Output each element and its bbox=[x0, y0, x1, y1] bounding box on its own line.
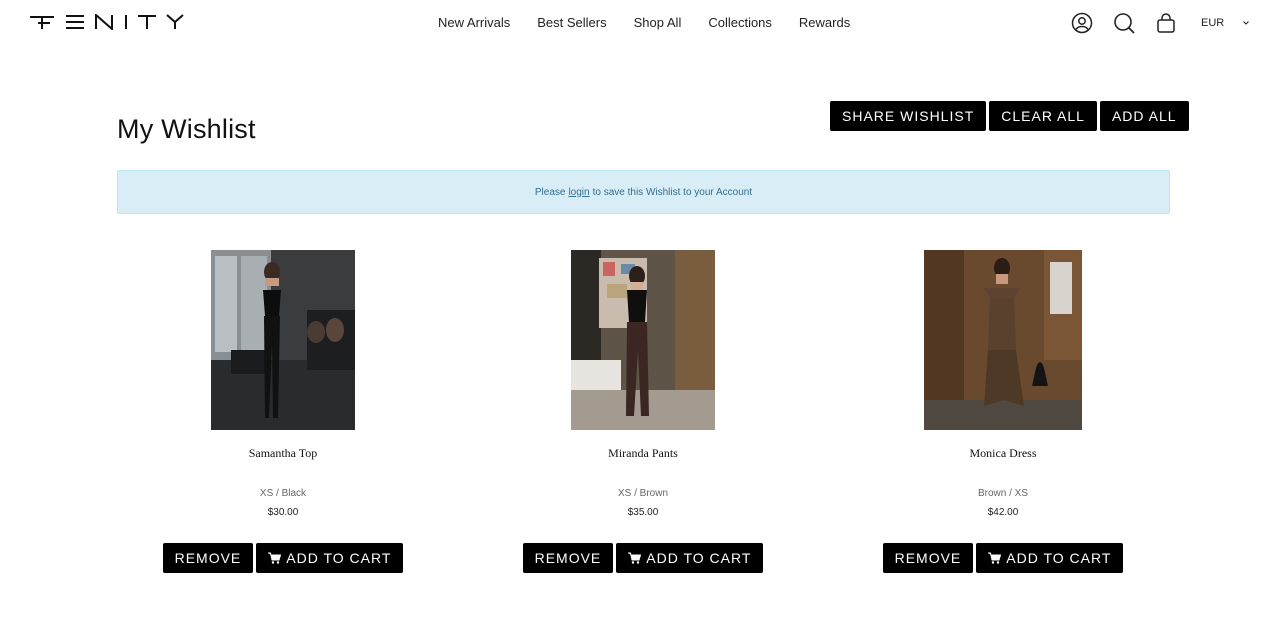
chevron-down-icon bbox=[1243, 21, 1250, 25]
nav-new-arrivals[interactable]: New Arrivals bbox=[438, 15, 510, 30]
shopping-cart-icon bbox=[988, 552, 1002, 564]
add-to-cart-button[interactable]: Add to Cart bbox=[256, 543, 404, 573]
add-all-button[interactable]: Add All bbox=[1099, 101, 1189, 131]
nav-collections[interactable]: Collections bbox=[708, 15, 772, 30]
add-to-cart-label: Add to Cart bbox=[286, 550, 392, 566]
site-header: New Arrivals Best Sellers Shop All Colle… bbox=[0, 0, 1279, 46]
product-actions: Remove Add to Cart bbox=[103, 543, 463, 573]
remove-button[interactable]: Remove bbox=[882, 543, 974, 573]
cart-bag-icon[interactable] bbox=[1155, 12, 1177, 34]
product-image-miranda-pants[interactable] bbox=[571, 250, 715, 430]
shopping-cart-icon bbox=[628, 552, 642, 564]
product-image-monica-dress[interactable] bbox=[924, 250, 1082, 430]
product-name[interactable]: Monica Dress bbox=[823, 446, 1183, 461]
main-nav: New Arrivals Best Sellers Shop All Colle… bbox=[438, 15, 850, 30]
product-variant: Brown / XS bbox=[977, 488, 1029, 499]
search-icon[interactable] bbox=[1113, 12, 1135, 34]
product-actions: Remove Add to Cart bbox=[463, 543, 823, 573]
shopping-cart-icon bbox=[268, 552, 282, 564]
product-variant: XS / Black bbox=[259, 488, 307, 499]
product-name[interactable]: Miranda Pants bbox=[463, 446, 823, 461]
nav-best-sellers[interactable]: Best Sellers bbox=[537, 15, 606, 30]
remove-button[interactable]: Remove bbox=[162, 543, 254, 573]
product-price: $42.00 bbox=[987, 507, 1019, 518]
product-name[interactable]: Samantha Top bbox=[103, 446, 463, 461]
account-icon[interactable] bbox=[1071, 12, 1093, 34]
product-variant: XS / Brown bbox=[617, 488, 669, 499]
currency-value: EUR bbox=[1201, 17, 1225, 29]
add-to-cart-label: Add to Cart bbox=[1006, 550, 1112, 566]
share-wishlist-button[interactable]: Share Wishlist bbox=[830, 101, 987, 131]
wishlist-item: Monica Dress Brown / XS $42.00 Remove Ad… bbox=[823, 250, 1183, 573]
add-to-cart-button[interactable]: Add to Cart bbox=[616, 543, 764, 573]
product-price: $30.00 bbox=[267, 507, 299, 518]
clear-all-button[interactable]: Clear All bbox=[989, 101, 1097, 131]
login-link[interactable]: login bbox=[568, 187, 589, 198]
login-notice: Please login to save this Wishlist to yo… bbox=[117, 170, 1170, 214]
product-image-samantha-top[interactable] bbox=[211, 250, 355, 430]
add-to-cart-button[interactable]: Add to Cart bbox=[976, 543, 1124, 573]
notice-text-before: Please bbox=[534, 186, 566, 198]
fenity-logo[interactable] bbox=[30, 14, 184, 30]
page-title: My Wishlist bbox=[117, 114, 256, 144]
product-price: $35.00 bbox=[627, 507, 659, 518]
wishlist-actions: Share Wishlist Clear All Add All bbox=[830, 101, 1189, 131]
wishlist-item: Samantha Top XS / Black $30.00 Remove Ad… bbox=[103, 250, 463, 573]
product-actions: Remove Add to Cart bbox=[823, 543, 1183, 573]
currency-selector[interactable]: EUR bbox=[1201, 17, 1250, 29]
remove-button[interactable]: Remove bbox=[522, 543, 614, 573]
notice-text-after: to save this Wishlist to your Account bbox=[592, 186, 753, 198]
nav-shop-all[interactable]: Shop All bbox=[634, 15, 682, 30]
wishlist-item: Miranda Pants XS / Brown $35.00 Remove A… bbox=[463, 250, 823, 573]
add-to-cart-label: Add to Cart bbox=[646, 550, 752, 566]
nav-rewards[interactable]: Rewards bbox=[799, 15, 850, 30]
